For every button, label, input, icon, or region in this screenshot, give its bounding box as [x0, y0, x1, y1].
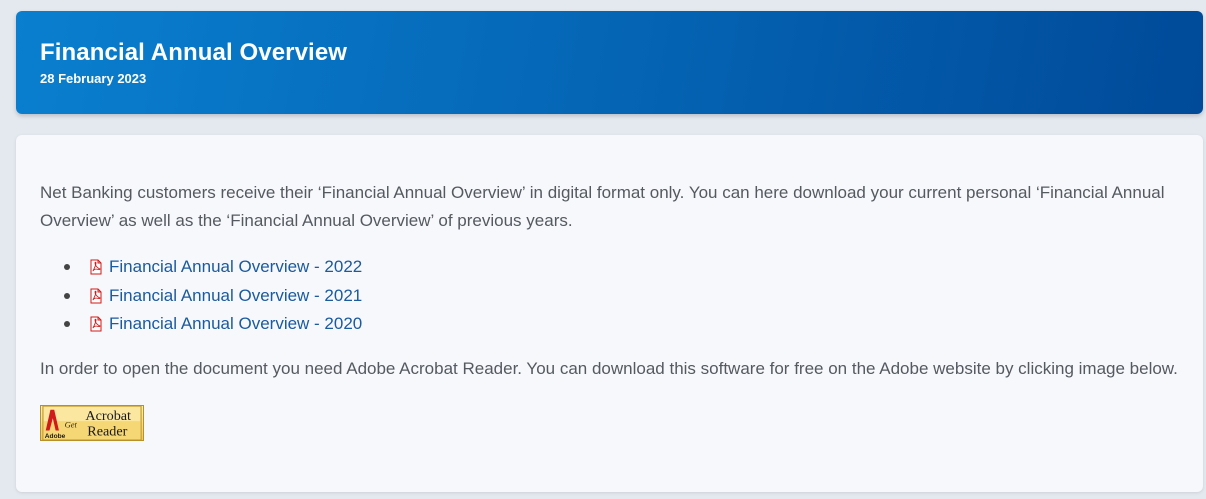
download-link-2022[interactable]: Financial Annual Overview - 2022	[88, 253, 362, 281]
intro-text: Net Banking customers receive their ‘Fin…	[40, 183, 1165, 230]
bullet	[64, 264, 70, 270]
download-link-label: Financial Annual Overview - 2022	[109, 257, 363, 276]
content-card: Net Banking customers receive their ‘Fin…	[16, 135, 1203, 492]
list-item: Financial Annual Overview - 2021	[64, 282, 1179, 311]
get-acrobat-reader-badge: Adobe Get Acrobat Reader	[40, 404, 144, 441]
pdf-icon	[90, 259, 102, 275]
get-text: Get	[65, 419, 78, 429]
get-acrobat-reader-link[interactable]: Adobe Get Acrobat Reader	[40, 383, 144, 441]
adobe-brand-text: Adobe	[45, 433, 66, 440]
pdf-icon	[90, 288, 102, 303]
bullet	[64, 321, 70, 327]
download-link-2021[interactable]: Financial Annual Overview - 2021	[88, 282, 362, 310]
download-link-label: Financial Annual Overview - 2021	[109, 285, 363, 305]
acrobat-text: Acrobat	[85, 408, 131, 424]
page-title: Financial Annual Overview	[40, 39, 348, 66]
list-item: Financial Annual Overview - 2022	[64, 253, 1179, 282]
pdf-icon	[90, 316, 102, 332]
list-item: Financial Annual Overview - 2020	[64, 310, 1179, 339]
download-link-2020[interactable]: Financial Annual Overview - 2020	[88, 310, 362, 338]
document-list: Financial Annual Overview - 2022 Financi…	[40, 253, 1179, 339]
reader-note-text: In order to open the document you need A…	[40, 358, 1178, 378]
download-link-label: Financial Annual Overview - 2020	[109, 314, 363, 333]
page-header: Financial Annual Overview 28 February 20…	[16, 11, 1203, 114]
reader-text: Reader	[87, 423, 127, 439]
header-date: 28 February 2023	[40, 71, 147, 86]
bullet	[64, 292, 70, 299]
